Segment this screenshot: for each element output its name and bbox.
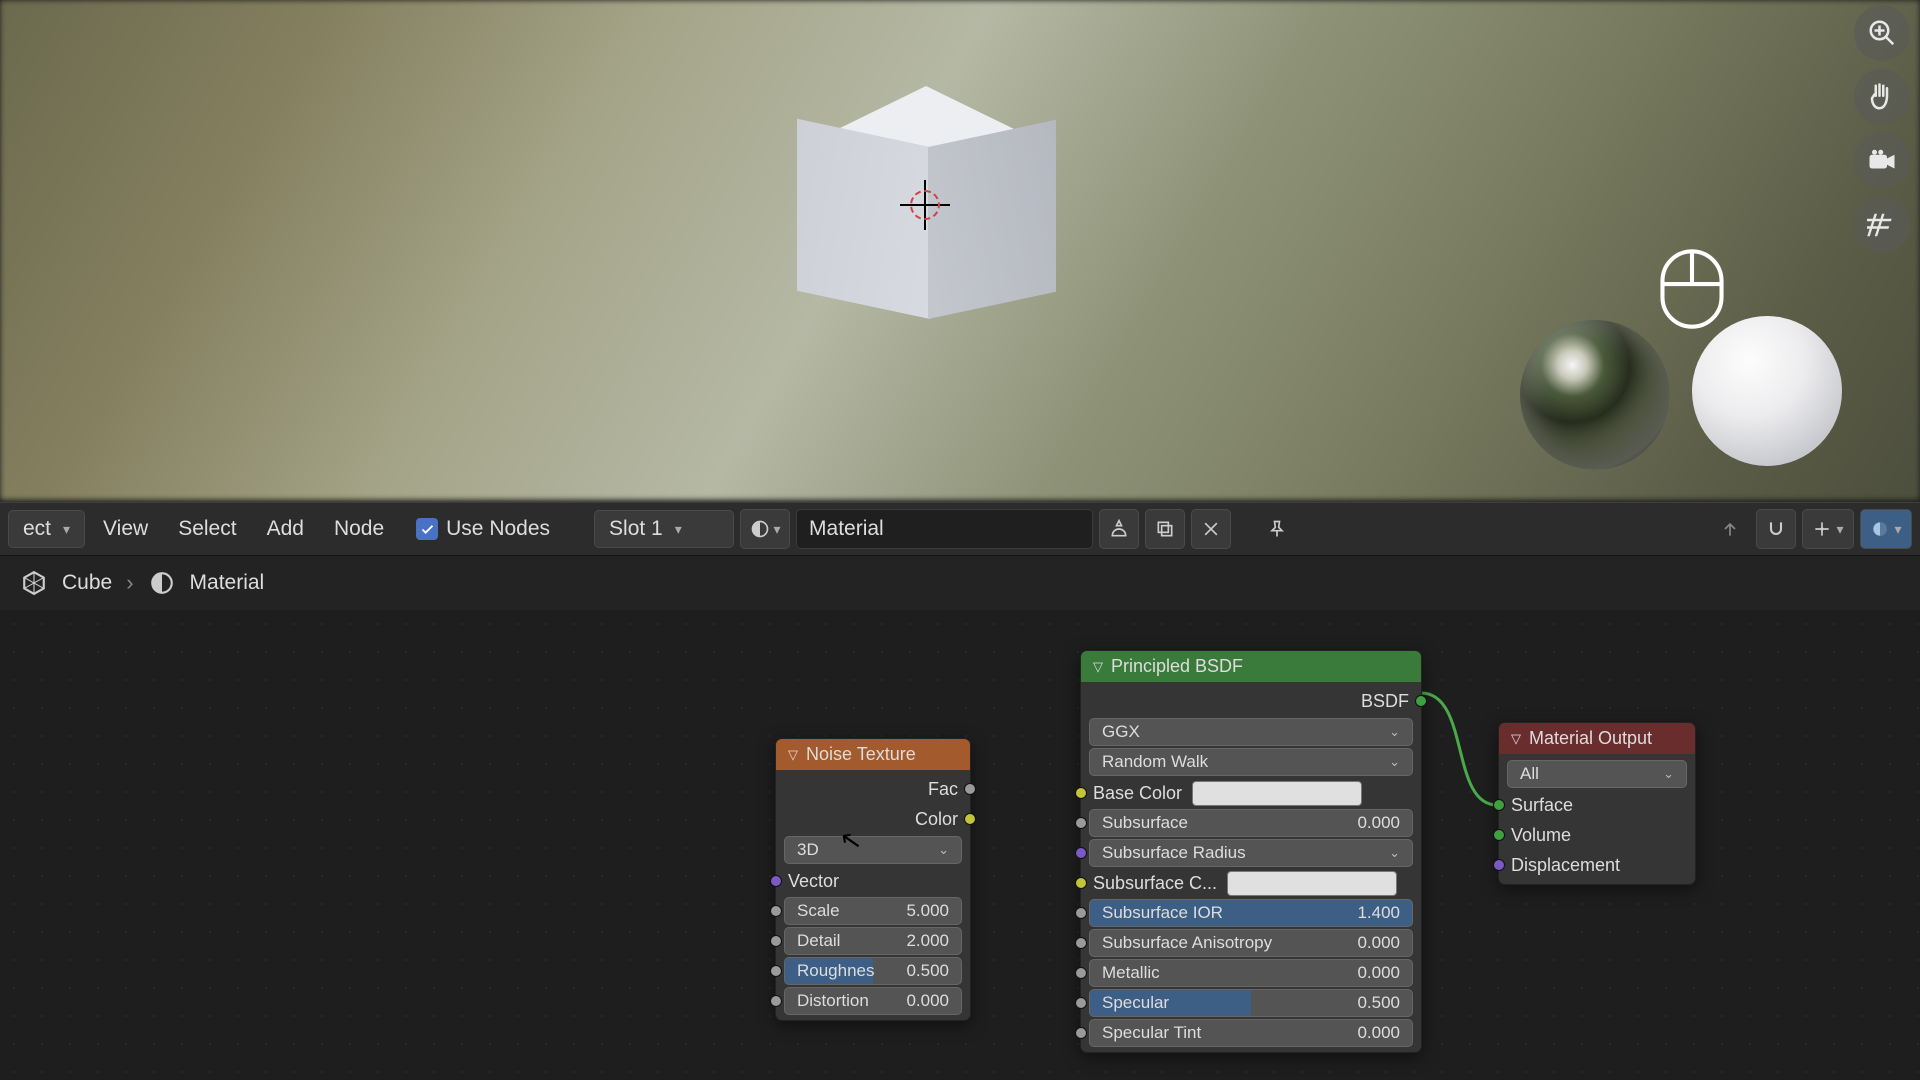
basecolor-swatch[interactable]	[1192, 781, 1362, 806]
chevron-down-icon: ▾	[675, 521, 682, 538]
mode-dropdown[interactable]: ect ▾	[8, 510, 85, 548]
chevron-right-icon: ›	[126, 570, 133, 596]
menu-add[interactable]: Add	[255, 511, 316, 547]
chevron-down-icon: ⌄	[1389, 845, 1400, 861]
socket-in-subsurf-color[interactable]	[1075, 877, 1087, 889]
chevron-down-icon: ▾	[1836, 521, 1843, 538]
socket-in-roughness[interactable]	[770, 965, 782, 977]
chevron-down-icon: ⌄	[1389, 724, 1400, 740]
shading-dropdown[interactable]: ▾	[1860, 509, 1912, 549]
socket-in-surface[interactable]	[1493, 799, 1505, 811]
pin-button[interactable]	[1257, 509, 1297, 549]
socket-in-subsurf-radius[interactable]	[1075, 847, 1087, 859]
material-browse-button[interactable]: ▾	[740, 509, 790, 549]
slot-label: Slot 1	[609, 517, 663, 541]
node-title: Principled BSDF	[1111, 656, 1243, 677]
socket-in-metallic[interactable]	[1075, 967, 1087, 979]
socket-in-distortion[interactable]	[770, 995, 782, 1007]
material-icon	[148, 569, 176, 597]
node-editor-canvas[interactable]: ▽ Noise Texture Fac Color 3D ⌄ Vector Scal…	[0, 610, 1920, 1080]
socket-in-basecolor[interactable]	[1075, 787, 1087, 799]
viewport-background	[0, 0, 1920, 500]
node-title: Material Output	[1529, 728, 1652, 749]
vector-label: Vector	[788, 871, 839, 892]
pivot-dropdown[interactable]: ▾	[1802, 509, 1854, 549]
specular-field[interactable]: Specular0.500	[1089, 989, 1413, 1017]
parent-node-button[interactable]	[1710, 509, 1750, 549]
chevron-down-icon: ⌄	[1389, 754, 1400, 770]
node-noise-texture[interactable]: ▽ Noise Texture Fac Color 3D ⌄ Vector Scal…	[775, 738, 971, 1021]
use-nodes-label: Use Nodes	[446, 517, 550, 541]
snap-button[interactable]	[1756, 509, 1796, 549]
displacement-label: Displacement	[1511, 855, 1620, 876]
breadcrumb-object[interactable]: Cube	[62, 571, 112, 595]
subsurf-color-swatch[interactable]	[1227, 871, 1397, 896]
socket-fac-label: Fac	[928, 779, 958, 800]
dimensions-dropdown[interactable]: 3D ⌄	[784, 836, 962, 864]
basecolor-label: Base Color	[1093, 783, 1182, 804]
unlink-material-button[interactable]	[1191, 509, 1231, 549]
socket-out-color[interactable]	[964, 813, 976, 825]
socket-color-label: Color	[915, 809, 958, 830]
checkbox-icon	[416, 518, 438, 540]
spectint-field[interactable]: Specular Tint0.000	[1089, 1019, 1413, 1047]
distortion-field[interactable]: Distortion0.000	[784, 987, 962, 1015]
socket-in-vector[interactable]	[770, 875, 782, 887]
fake-user-button[interactable]	[1099, 509, 1139, 549]
use-nodes-toggle[interactable]: Use Nodes	[402, 511, 564, 547]
breadcrumb-material[interactable]: Material	[190, 571, 265, 595]
socket-in-subsurface[interactable]	[1075, 817, 1087, 829]
mode-dropdown-label: ect	[23, 517, 51, 541]
socket-in-detail[interactable]	[770, 935, 782, 947]
menu-view[interactable]: View	[91, 511, 160, 547]
subsurf-radius-field[interactable]: Subsurface Radius⌄	[1089, 839, 1413, 867]
subsurf-color-label: Subsurface C...	[1093, 873, 1217, 894]
metallic-field[interactable]: Metallic0.000	[1089, 959, 1413, 987]
menu-select[interactable]: Select	[166, 511, 248, 547]
target-dropdown[interactable]: All⌄	[1507, 760, 1687, 788]
socket-in-scale[interactable]	[770, 905, 782, 917]
collapse-icon: ▽	[1511, 731, 1521, 747]
subsurf-aniso-field[interactable]: Subsurface Anisotropy0.000	[1089, 929, 1413, 957]
chevron-down-icon: ▾	[774, 521, 781, 538]
distribution-dropdown[interactable]: GGX⌄	[1089, 718, 1413, 746]
socket-bsdf-label: BSDF	[1361, 691, 1409, 712]
socket-in-subsurf-aniso[interactable]	[1075, 937, 1087, 949]
chevron-down-icon: ▾	[63, 521, 70, 538]
subsurface-method-dropdown[interactable]: Random Walk⌄	[1089, 748, 1413, 776]
node-principled-bsdf[interactable]: ▽Principled BSDF BSDF GGX⌄ Random Walk⌄ …	[1080, 650, 1422, 1053]
subsurface-field[interactable]: Subsurface0.000	[1089, 809, 1413, 837]
roughness-field[interactable]: Roughnes0.500	[784, 957, 962, 985]
collapse-icon: ▽	[1093, 659, 1103, 675]
chevron-down-icon: ▾	[1894, 521, 1901, 538]
socket-out-fac[interactable]	[964, 783, 976, 795]
chevron-down-icon: ⌄	[1663, 766, 1674, 782]
surface-label: Surface	[1511, 795, 1573, 816]
material-name-field[interactable]	[796, 509, 1093, 549]
socket-in-subsurf-ior[interactable]	[1075, 907, 1087, 919]
menu-node[interactable]: Node	[322, 511, 396, 547]
chevron-down-icon: ⌄	[938, 842, 949, 858]
detail-field[interactable]: Detail2.000	[784, 927, 962, 955]
dimensions-value: 3D	[797, 840, 819, 860]
duplicate-material-button[interactable]	[1145, 509, 1185, 549]
shader-editor-header: ect ▾ View Select Add Node Use Nodes Slot…	[0, 502, 1920, 556]
socket-in-volume[interactable]	[1493, 829, 1505, 841]
volume-label: Volume	[1511, 825, 1571, 846]
node-material-output[interactable]: ▽ Material Output All⌄ Surface Volume Dis…	[1498, 722, 1696, 885]
slot-dropdown[interactable]: Slot 1 ▾	[594, 510, 734, 548]
node-title: Noise Texture	[806, 744, 916, 765]
socket-in-spectint[interactable]	[1075, 1027, 1087, 1039]
mesh-icon	[20, 569, 48, 597]
socket-in-displacement[interactable]	[1493, 859, 1505, 871]
socket-in-specular[interactable]	[1075, 997, 1087, 1009]
socket-out-bsdf[interactable]	[1415, 695, 1427, 707]
node-header[interactable]: ▽ Material Output	[1499, 723, 1695, 754]
collapse-icon: ▽	[788, 747, 798, 763]
node-header[interactable]: ▽ Noise Texture	[776, 739, 970, 770]
subsurf-ior-field[interactable]: Subsurface IOR1.400	[1089, 899, 1413, 927]
scale-field[interactable]: Scale5.000	[784, 897, 962, 925]
breadcrumb: Cube › Material	[0, 556, 1920, 610]
node-header[interactable]: ▽ Principled BSDF	[1081, 651, 1421, 682]
